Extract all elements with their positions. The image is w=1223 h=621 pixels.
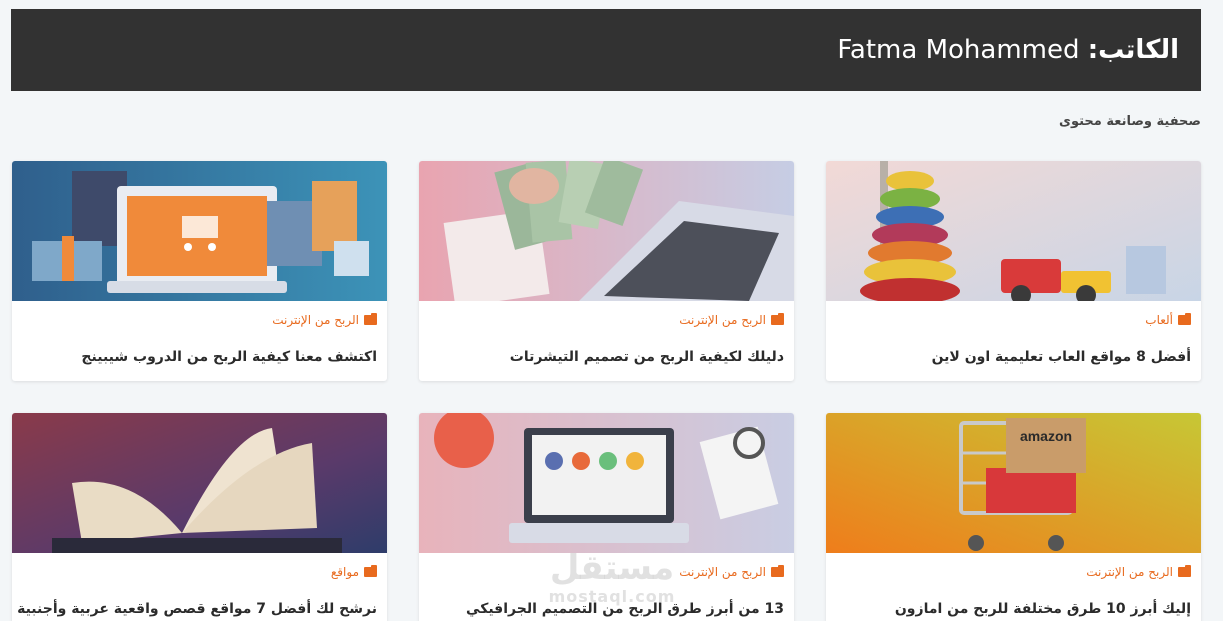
author-name: Fatma Mohammed: [837, 35, 1080, 65]
article-card[interactable]: amazon الربح من الإنترنت إليك أبرز 10 طر…: [826, 413, 1201, 621]
article-card[interactable]: الربح من الإنترنت اكتشف معنا كيفية الربح…: [12, 161, 387, 381]
article-title[interactable]: دليلك لكيفية الربح من تصميم التيشرتات: [510, 349, 784, 365]
folder-icon: [1178, 565, 1191, 577]
article-card[interactable]: مواقع نرشح لك أفضل 7 مواقع قصص واقعية عر…: [12, 413, 387, 621]
article-thumbnail[interactable]: [826, 161, 1201, 301]
author-bio: صحفية وصانعة محتوى: [1059, 114, 1201, 129]
article-card[interactable]: ألعاب أفضل 8 مواقع العاب تعليمية اون لاي…: [826, 161, 1201, 381]
site-watermark: مستقل mostaql.com: [537, 548, 687, 621]
folder-icon: [1178, 313, 1191, 325]
amazon-box-label: amazon: [1020, 428, 1072, 444]
article-category[interactable]: الربح من الإنترنت: [272, 313, 377, 327]
article-title[interactable]: إليك أبرز 10 طرق مختلفة للربح من امازون: [895, 601, 1191, 617]
folder-icon: [364, 565, 377, 577]
folder-icon: [364, 313, 377, 325]
article-thumbnail[interactable]: amazon: [826, 413, 1201, 553]
category-label: الربح من الإنترنت: [1086, 565, 1173, 579]
article-title[interactable]: نرشح لك أفضل 7 مواقع قصص واقعية عربية وأ…: [17, 601, 377, 617]
article-thumbnail[interactable]: [12, 413, 387, 553]
article-card[interactable]: الربح من الإنترنت دليلك لكيفية الربح من …: [419, 161, 794, 381]
author-label: الكاتب:: [1087, 35, 1179, 65]
page-header: الكاتب: Fatma Mohammed: [11, 9, 1201, 91]
folder-icon: [771, 565, 784, 577]
watermark-latin: mostaql.com: [548, 587, 676, 606]
category-label: مواقع: [330, 565, 359, 579]
article-category[interactable]: الربح من الإنترنت: [679, 313, 784, 327]
category-label: الربح من الإنترنت: [679, 565, 766, 579]
article-category[interactable]: مواقع: [331, 565, 377, 579]
article-category[interactable]: الربح من الإنترنت: [1086, 565, 1191, 579]
category-label: الربح من الإنترنت: [272, 313, 359, 327]
category-label: ألعاب: [1145, 313, 1173, 327]
article-category[interactable]: الربح من الإنترنت: [679, 565, 784, 579]
watermark-arabic: مستقل: [549, 548, 675, 588]
folder-icon: [771, 313, 784, 325]
article-thumbnail[interactable]: [12, 161, 387, 301]
article-thumbnail[interactable]: [419, 161, 794, 301]
article-title[interactable]: أفضل 8 مواقع العاب تعليمية اون لاين: [932, 349, 1191, 365]
article-title[interactable]: اكتشف معنا كيفية الربح من الدروب شيبينج: [81, 349, 377, 365]
author-heading: الكاتب: Fatma Mohammed: [837, 35, 1179, 65]
article-thumbnail[interactable]: [419, 413, 794, 553]
category-label: الربح من الإنترنت: [679, 313, 766, 327]
article-category[interactable]: ألعاب: [1145, 313, 1191, 327]
